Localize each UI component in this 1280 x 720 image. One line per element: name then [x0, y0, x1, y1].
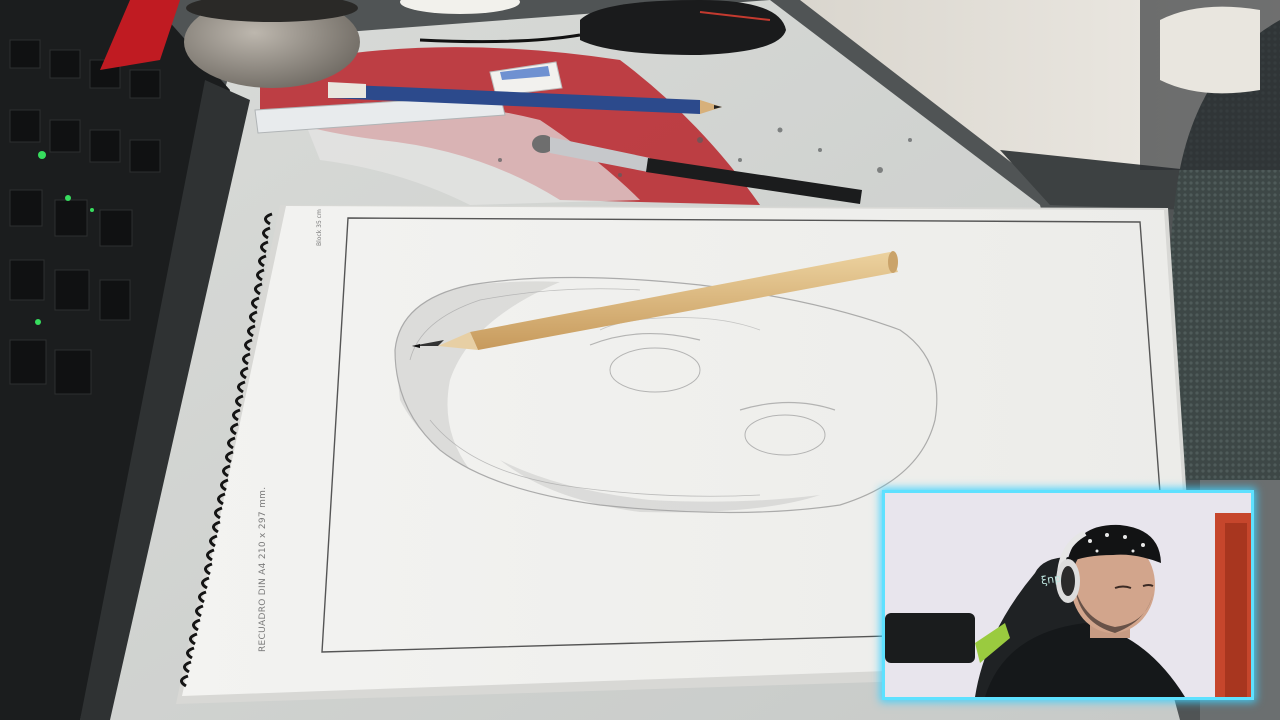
- webcam-overlay: ξnp: [882, 490, 1254, 700]
- eye: [1142, 584, 1154, 587]
- video-frame: RECUADRO DIN A4 210 x 297 mm. Block 35 c…: [0, 0, 1280, 720]
- webcam-feed: [885, 493, 1251, 697]
- microphone: [885, 613, 975, 663]
- sheet-corner-text: Block 35 cm: [316, 209, 323, 246]
- headphone-cup-inner: [1061, 566, 1075, 596]
- chair-logo: ξnp: [1040, 571, 1062, 588]
- fabric-white: [1160, 6, 1260, 94]
- door: [1225, 523, 1247, 697]
- sheet-caption: RECUADRO DIN A4 210 x 297 mm.: [258, 486, 268, 652]
